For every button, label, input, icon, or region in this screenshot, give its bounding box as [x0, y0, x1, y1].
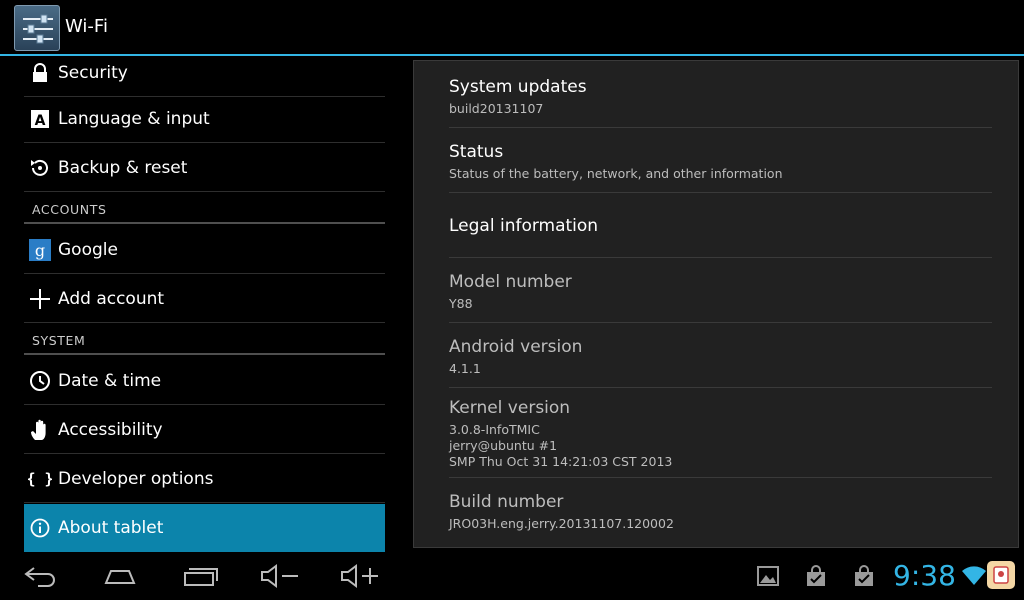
- sidebar-item-google[interactable]: g Google: [24, 226, 385, 274]
- sidebar-item-label: Backup & reset: [58, 158, 188, 178]
- item-value: Y88: [449, 296, 473, 311]
- restore-icon: [28, 156, 52, 180]
- section-divider: [24, 353, 385, 355]
- item-title: Build number: [449, 492, 564, 512]
- android-version-item[interactable]: Android version 4.1.1: [449, 323, 992, 388]
- section-header-system: SYSTEM: [32, 333, 86, 348]
- system-bar: 9:38: [0, 553, 1024, 600]
- shopping-bag-check-icon[interactable]: [805, 565, 827, 587]
- item-value: JRO03H.eng.jerry.20131107.120002: [449, 516, 674, 531]
- item-value: 4.1.1: [449, 361, 481, 376]
- wifi-icon[interactable]: [961, 563, 987, 587]
- item-title: Kernel version: [449, 398, 571, 418]
- sidebar-item-security[interactable]: Security: [24, 49, 385, 97]
- sidebar-item-accessibility[interactable]: Accessibility: [24, 406, 385, 454]
- svg-text:g: g: [35, 241, 45, 260]
- sidebar-item-label: About tablet: [58, 518, 164, 538]
- item-value-line: 3.0.8-InfoTMIC: [449, 422, 540, 437]
- clock-icon: [28, 369, 52, 393]
- sidebar-item-label: Google: [58, 240, 118, 260]
- home-icon[interactable]: [100, 563, 140, 593]
- model-number-item: Model number Y88: [449, 258, 992, 323]
- section-header-accounts: ACCOUNTS: [32, 202, 107, 217]
- item-value-line: SMP Thu Oct 31 14:21:03 CST 2013: [449, 454, 673, 469]
- sidebar-item-about-tablet[interactable]: About tablet: [24, 504, 385, 552]
- page-title: Wi-Fi: [65, 16, 108, 37]
- item-value-line: jerry@ubuntu #1: [449, 438, 558, 453]
- svg-text:{ }: { }: [28, 470, 52, 488]
- sidebar-item-label: Date & time: [58, 371, 162, 391]
- image-icon[interactable]: [757, 565, 779, 587]
- recent-apps-icon[interactable]: [181, 563, 221, 593]
- braces-icon: { }: [26, 467, 53, 491]
- sidebar-item-add-account[interactable]: Add account: [24, 275, 385, 323]
- kernel-version-item: Kernel version 3.0.8-InfoTMIC jerry@ubun…: [449, 388, 992, 478]
- item-subtitle: build20131107: [449, 101, 544, 116]
- sidebar-item-backup-reset[interactable]: Backup & reset: [24, 144, 385, 192]
- status-item[interactable]: Status Status of the battery, network, a…: [449, 128, 992, 193]
- settings-sidebar: Security A Language & input Backup & res…: [0, 56, 410, 553]
- hand-icon: [28, 418, 52, 442]
- about-tablet-panel: System updates build20131107 Status Stat…: [413, 60, 1019, 548]
- item-subtitle: Status of the battery, network, and othe…: [449, 166, 783, 181]
- item-title: Model number: [449, 272, 572, 292]
- google-icon: g: [28, 238, 52, 262]
- sidebar-item-label: Add account: [58, 289, 165, 309]
- sidebar-item-date-time[interactable]: Date & time: [24, 357, 385, 405]
- section-divider: [24, 222, 385, 224]
- item-title: Status: [449, 142, 504, 162]
- plus-icon: [28, 287, 52, 311]
- action-bar: Wi-Fi: [0, 0, 1024, 56]
- sidebar-item-label: Accessibility: [58, 420, 163, 440]
- svg-text:A: A: [35, 113, 46, 129]
- settings-sliders-icon[interactable]: [14, 5, 60, 51]
- item-title: System updates: [449, 77, 587, 97]
- info-icon: [28, 516, 52, 540]
- sidebar-item-label: Developer options: [58, 469, 214, 489]
- sidebar-item-label: Security: [58, 63, 128, 83]
- legal-information-item[interactable]: Legal information: [449, 193, 992, 258]
- build-number-item[interactable]: Build number JRO03H.eng.jerry.20131107.1…: [449, 478, 992, 543]
- volume-down-icon[interactable]: [258, 563, 302, 593]
- item-title: Legal information: [449, 216, 599, 236]
- keyboard-a-icon: A: [28, 107, 52, 131]
- system-updates-item[interactable]: System updates build20131107: [449, 61, 992, 128]
- back-icon[interactable]: [22, 563, 58, 593]
- lock-icon: [28, 61, 52, 85]
- sidebar-item-label: Language & input: [58, 109, 210, 129]
- volume-up-icon[interactable]: [338, 563, 382, 593]
- shopping-bag-check-icon[interactable]: [853, 565, 875, 587]
- item-title: Android version: [449, 337, 583, 357]
- sidebar-item-language-input[interactable]: A Language & input: [24, 95, 385, 143]
- sidebar-item-developer-options[interactable]: { } Developer options: [24, 455, 385, 503]
- clock[interactable]: 9:38: [893, 559, 956, 592]
- app-notification-icon[interactable]: [986, 560, 1016, 590]
